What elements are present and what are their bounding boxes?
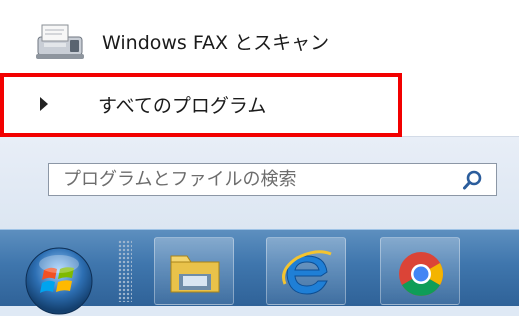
internet-explorer-icon [282, 250, 332, 295]
start-menu: Windows FAX とスキャン すべてのプログラム [0, 0, 519, 230]
search-box[interactable] [48, 163, 497, 196]
taskbar-grip-handle[interactable] [118, 240, 132, 302]
windows-start-orb-icon[interactable] [24, 246, 94, 316]
arrow-right-icon [40, 97, 48, 111]
all-programs-button[interactable]: すべてのプログラム [12, 78, 398, 130]
all-programs-label: すべてのプログラム [98, 94, 267, 117]
folder-icon [170, 255, 220, 293]
chrome-icon [399, 252, 443, 296]
taskbar-button-chrome[interactable] [380, 237, 460, 305]
search-icon[interactable] [462, 169, 484, 191]
menu-item-label: Windows FAX とスキャン [102, 31, 330, 54]
search-input[interactable] [49, 168, 462, 191]
taskbar-button-explorer[interactable] [154, 237, 234, 305]
taskbar-button-internet-explorer[interactable] [266, 237, 346, 305]
fax-scanner-icon [36, 24, 84, 59]
menu-item-windows-fax-scan[interactable]: Windows FAX とスキャン [32, 16, 362, 66]
